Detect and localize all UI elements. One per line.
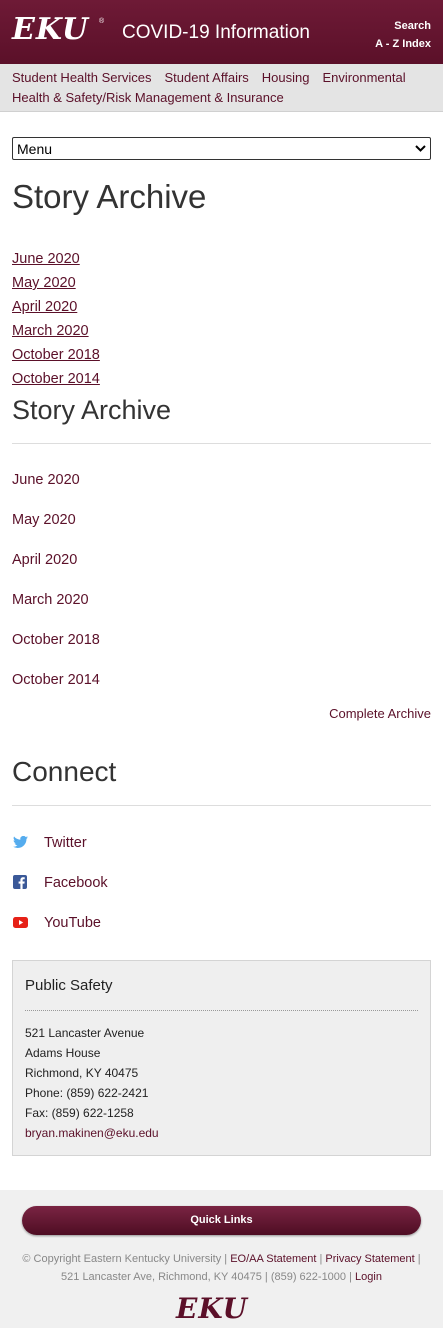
archive-link[interactable]: October 2018 (12, 347, 100, 363)
archive-link[interactable]: October 2014 (12, 672, 100, 688)
eo-aa-statement-link[interactable]: EO/AA Statement (230, 1253, 316, 1265)
footer-phone: (859) 622-1000 (270, 1271, 347, 1283)
chevron-down-icon (415, 143, 426, 155)
subnav-housing[interactable]: Housing (262, 70, 310, 85)
twitter-icon (12, 835, 28, 849)
archive-link[interactable]: March 2020 (12, 592, 89, 608)
quick-links-button[interactable]: Quick Links (22, 1206, 421, 1235)
menu-select[interactable]: Menu (12, 137, 431, 160)
archive-link[interactable]: October 2014 (12, 371, 100, 387)
complete-archive-link[interactable]: Complete Archive (329, 706, 431, 721)
list-item: June 2020 (12, 470, 431, 510)
facebook-icon (12, 875, 28, 889)
site-header: EKU ® COVID-19 Information Search A - Z … (0, 0, 443, 64)
archive-link[interactable]: October 2018 (12, 632, 100, 648)
list-item: October 2014 (12, 367, 431, 391)
archive-link[interactable]: March 2020 (12, 323, 89, 339)
social-item-youtube: YouTube (12, 913, 431, 953)
list-item: March 2020 (12, 590, 431, 630)
footer-legal: © Copyright Eastern Kentucky University … (0, 1250, 443, 1286)
divider (12, 443, 431, 444)
social-links: Twitter Facebook YouTube (12, 833, 431, 953)
divider (25, 1010, 418, 1011)
connect-heading: Connect (12, 756, 117, 787)
separator: | (224, 1253, 228, 1265)
list-item: June 2020 (12, 247, 431, 271)
contact-box: Public Safety 521 Lancaster Avenue Adams… (12, 960, 431, 1156)
address-line: 521 Lancaster Avenue (25, 1026, 145, 1040)
eku-logo[interactable]: EKU (12, 14, 89, 46)
header-utility-links: Search A - Z Index (375, 17, 431, 53)
archive-link[interactable]: April 2020 (12, 552, 77, 568)
list-item: March 2020 (12, 319, 431, 343)
address-line: Adams House (25, 1046, 101, 1060)
sub-navigation: Student Health Services Student Affairs Ho… (0, 64, 443, 112)
login-link[interactable]: Login (355, 1271, 382, 1283)
separator: | (319, 1253, 323, 1265)
youtube-icon (12, 915, 28, 929)
contact-address: 521 Lancaster Avenue Adams House Richmon… (25, 1023, 418, 1143)
archive-list-primary: June 2020 May 2020 April 2020 March 2020… (12, 247, 431, 391)
subnav-student-affairs[interactable]: Student Affairs (164, 70, 248, 85)
list-item: April 2020 (12, 295, 431, 319)
list-item: May 2020 (12, 510, 431, 550)
social-item-twitter: Twitter (12, 833, 431, 873)
separator: | (417, 1253, 421, 1265)
copyright-text: © Copyright Eastern Kentucky University (22, 1253, 222, 1265)
list-item: October 2018 (12, 630, 431, 670)
main-content: Menu Story Archive June 2020 May 2020 Ap… (12, 137, 431, 1156)
phone-line: Phone: (859) 622-2421 (25, 1086, 149, 1100)
divider (12, 805, 431, 806)
separator: | (349, 1271, 352, 1283)
youtube-link[interactable]: YouTube (44, 913, 101, 933)
registered-mark: ® (99, 18, 105, 25)
facebook-link[interactable]: Facebook (44, 873, 108, 893)
footer-eku-logo[interactable]: EKU (176, 1294, 248, 1324)
privacy-statement-link[interactable]: Privacy Statement (325, 1253, 414, 1265)
list-item: October 2018 (12, 343, 431, 367)
list-item: April 2020 (12, 550, 431, 590)
archive-list-secondary: June 2020 May 2020 April 2020 March 2020… (12, 470, 431, 710)
list-item: May 2020 (12, 271, 431, 295)
archive-link[interactable]: June 2020 (12, 472, 80, 488)
contact-email-link[interactable]: bryan.makinen@eku.edu (25, 1126, 159, 1140)
archive-link[interactable]: June 2020 (12, 251, 80, 267)
archive-link[interactable]: May 2020 (12, 512, 76, 528)
archive-link[interactable]: April 2020 (12, 299, 77, 315)
fax-line: Fax: (859) 622-1258 (25, 1106, 134, 1120)
contact-title: Public Safety (25, 977, 113, 994)
a-z-index-link[interactable]: A - Z Index (375, 35, 431, 53)
list-item: October 2014 (12, 670, 431, 710)
site-title[interactable]: COVID-19 Information (122, 22, 310, 44)
menu-select-label: Menu (17, 140, 53, 157)
archive-link[interactable]: May 2020 (12, 275, 76, 291)
social-item-facebook: Facebook (12, 873, 431, 913)
separator: | (264, 1271, 268, 1283)
archive-heading: Story Archive (12, 395, 172, 425)
site-footer: Quick Links © Copyright Eastern Kentucky… (0, 1190, 443, 1328)
twitter-link[interactable]: Twitter (44, 833, 87, 853)
page-title: Story Archive (12, 178, 207, 215)
complete-archive-row: Complete Archive (12, 706, 431, 721)
address-line: Richmond, KY 40475 (25, 1066, 139, 1080)
search-link[interactable]: Search (375, 17, 431, 35)
subnav-student-health[interactable]: Student Health Services (12, 70, 151, 85)
footer-address: 521 Lancaster Ave, Richmond, KY 40475 (61, 1271, 262, 1283)
